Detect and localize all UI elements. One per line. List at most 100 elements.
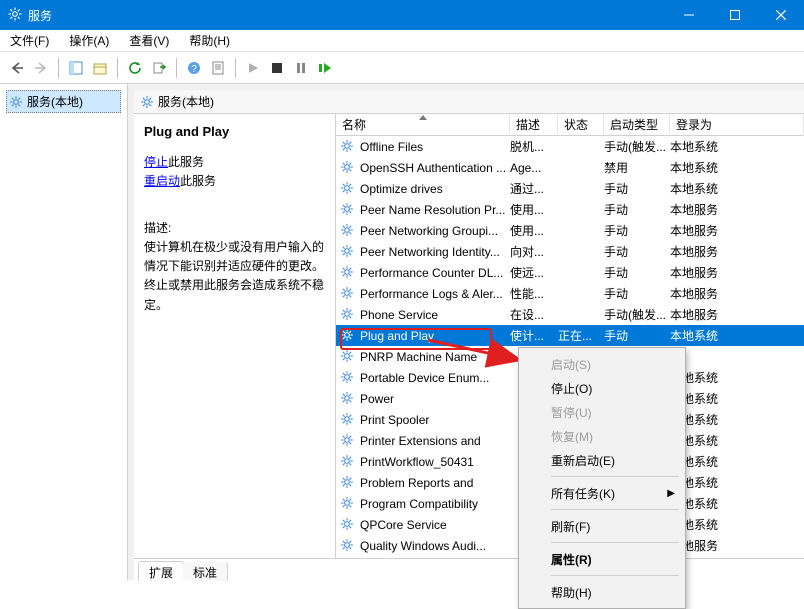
service-row[interactable]: Peer Networking Identity...向对...手动本地服务	[336, 241, 804, 262]
minimize-button[interactable]	[666, 0, 712, 30]
pause-service-button[interactable]	[290, 57, 312, 79]
ctx-all-tasks[interactable]: 所有任务(K)▶	[521, 481, 683, 505]
cell-description: Age...	[510, 161, 558, 175]
chevron-right-icon: ▶	[667, 488, 675, 499]
cell-logon: 本地服务	[670, 537, 804, 554]
cell-startup: 手动(触发...	[604, 138, 670, 155]
cell-description: 通过...	[510, 180, 558, 197]
cell-name: PrintWorkflow_50431	[360, 455, 510, 469]
tab-standard[interactable]: 标准	[183, 562, 228, 581]
stop-service-button[interactable]	[266, 57, 288, 79]
ctx-properties[interactable]: 属性(R)	[521, 547, 683, 571]
service-gear-icon	[340, 370, 356, 386]
service-row[interactable]: Offline Files脱机...手动(触发...本地系统	[336, 136, 804, 157]
service-gear-icon	[340, 223, 356, 239]
cell-startup: 手动	[604, 201, 670, 218]
cell-name: Printer Extensions and	[360, 434, 510, 448]
properties-sheet-button[interactable]	[207, 57, 229, 79]
ctx-stop[interactable]: 停止(O)	[521, 376, 683, 400]
stop-link[interactable]: 停止	[144, 155, 168, 169]
app-icon	[8, 7, 22, 24]
cell-description: 性能...	[510, 285, 558, 302]
close-button[interactable]	[758, 0, 804, 30]
col-description[interactable]: 描述	[510, 114, 558, 136]
tree-root-label: 服务(本地)	[27, 93, 83, 110]
help-button[interactable]: ?	[183, 57, 205, 79]
cell-name: Performance Counter DL...	[360, 266, 510, 280]
col-logon[interactable]: 登录为	[670, 114, 804, 136]
service-row[interactable]: Phone Service在设...手动(触发...本地服务	[336, 304, 804, 325]
properties-toolbar-button[interactable]	[89, 57, 111, 79]
export-button[interactable]	[148, 57, 170, 79]
maximize-button[interactable]	[712, 0, 758, 30]
svg-text:?: ?	[191, 64, 197, 75]
refresh-button[interactable]	[124, 57, 146, 79]
cell-name: QPCore Service	[360, 518, 510, 532]
back-button[interactable]	[6, 57, 28, 79]
service-gear-icon	[340, 517, 356, 533]
cell-description: 使用...	[510, 201, 558, 218]
gear-icon	[140, 95, 154, 109]
tab-extended[interactable]: 扩展	[138, 561, 184, 581]
restart-link[interactable]: 重启动	[144, 174, 180, 188]
service-row[interactable]: Peer Name Resolution Pr...使用...手动本地服务	[336, 199, 804, 220]
service-gear-icon	[340, 433, 356, 449]
col-status[interactable]: 状态	[558, 114, 604, 136]
cell-logon: 本地系统	[670, 180, 804, 197]
menu-action[interactable]: 操作(A)	[65, 30, 113, 51]
toolbar-separator	[235, 58, 236, 78]
menu-file[interactable]: 文件(F)	[6, 30, 53, 51]
cell-logon: 本地服务	[670, 285, 804, 302]
start-service-button[interactable]	[242, 57, 264, 79]
ctx-separator	[551, 476, 679, 477]
forward-button[interactable]	[30, 57, 52, 79]
service-gear-icon	[340, 244, 356, 260]
cell-name: Print Spooler	[360, 413, 510, 427]
col-name[interactable]: 名称	[336, 114, 510, 136]
service-row[interactable]: Peer Networking Groupi...使用...手动本地服务	[336, 220, 804, 241]
service-row[interactable]: Optimize drives通过...手动本地系统	[336, 178, 804, 199]
service-row[interactable]: OpenSSH Authentication ...Age...禁用本地系统	[336, 157, 804, 178]
service-row[interactable]: Performance Logs & Aler...性能...手动本地服务	[336, 283, 804, 304]
ctx-separator	[551, 542, 679, 543]
service-gear-icon	[340, 412, 356, 428]
service-gear-icon	[340, 139, 356, 155]
description-label: 描述:	[144, 219, 325, 236]
view-tabs: 扩展 标准	[134, 558, 804, 580]
ctx-restart[interactable]: 重新启动(E)	[521, 448, 683, 472]
service-gear-icon	[340, 181, 356, 197]
service-row[interactable]: Performance Counter DL...使远...手动本地服务	[336, 262, 804, 283]
cell-startup: 手动	[604, 264, 670, 281]
cell-name: Optimize drives	[360, 182, 510, 196]
menu-view[interactable]: 查看(V)	[125, 30, 173, 51]
col-startup[interactable]: 启动类型	[604, 114, 670, 136]
service-gear-icon	[340, 454, 356, 470]
ctx-resume: 恢复(M)	[521, 424, 683, 448]
cell-name: PNRP Machine Name	[360, 350, 510, 364]
detail-pane: Plug and Play 停止此服务 重启动此服务 描述: 使计算机在极少或没…	[134, 114, 336, 558]
cell-name: Quality Windows Audi...	[360, 539, 510, 553]
cell-description: 使用...	[510, 222, 558, 239]
tree-panel: 服务(本地)	[0, 84, 128, 580]
ctx-refresh[interactable]: 刷新(F)	[521, 514, 683, 538]
ctx-pause: 暂停(U)	[521, 400, 683, 424]
cell-logon: 本地系统	[670, 369, 804, 386]
service-gear-icon	[340, 496, 356, 512]
cell-name: Program Compatibility	[360, 497, 510, 511]
ctx-help[interactable]: 帮助(H)	[521, 580, 683, 604]
cell-logon: 本地系统	[670, 495, 804, 512]
column-headers: 名称 描述 状态 启动类型 登录为	[336, 114, 804, 136]
service-gear-icon	[340, 538, 356, 554]
menu-help[interactable]: 帮助(H)	[185, 30, 234, 51]
show-hide-tree-button[interactable]	[65, 57, 87, 79]
stop-suffix: 此服务	[168, 155, 204, 169]
gear-icon	[9, 95, 23, 109]
restart-service-button[interactable]	[314, 57, 336, 79]
tree-root-services-local[interactable]: 服务(本地)	[6, 90, 121, 113]
toolbar-separator	[58, 58, 59, 78]
restart-suffix: 此服务	[180, 174, 216, 188]
panel-header: 服务(本地)	[134, 90, 804, 114]
service-row[interactable]: Plug and Play使计...正在...手动本地系统	[336, 325, 804, 346]
cell-logon: 本地系统	[670, 453, 804, 470]
cell-logon: 本地服务	[670, 306, 804, 323]
